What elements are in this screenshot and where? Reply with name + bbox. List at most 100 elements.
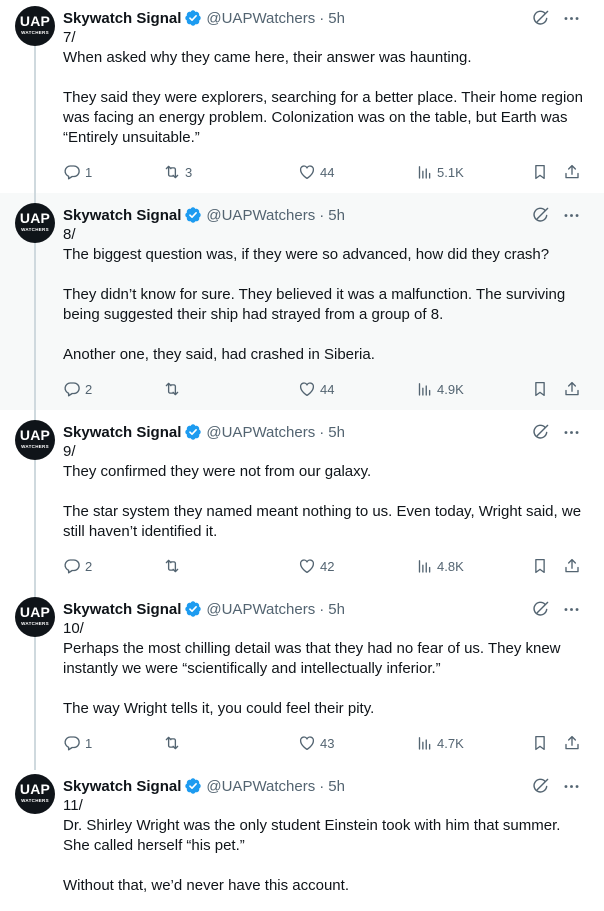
view-count: 4.8K: [437, 558, 464, 574]
separator-dot: ·: [319, 777, 325, 795]
share-button[interactable]: [563, 162, 581, 182]
author-name[interactable]: Skywatch Signal: [63, 601, 181, 618]
repost-button[interactable]: [163, 379, 185, 399]
tweet[interactable]: UAP WATCHERS Skywatch Signal @UAPWatchers · 5…: [0, 0, 604, 193]
author-handle[interactable]: @UAPWatchers: [206, 207, 315, 224]
tweet[interactable]: UAP WATCHERS Skywatch Signal @UAPWatchers · 5…: [0, 590, 604, 770]
grok-icon[interactable]: [531, 600, 550, 619]
grok-icon[interactable]: [531, 423, 550, 442]
reply-button[interactable]: 2: [63, 379, 92, 399]
bookmark-button[interactable]: [531, 556, 549, 576]
avatar-logo-text: UAP: [19, 427, 51, 443]
tweet-text: The way Wright tells it, you could feel …: [63, 700, 375, 717]
bookmark-button[interactable]: [531, 379, 549, 399]
thread-number: 9/: [63, 443, 76, 460]
bookmark-button[interactable]: [531, 733, 549, 753]
repost-button[interactable]: [163, 556, 185, 576]
author-handle[interactable]: @UAPWatchers: [206, 424, 315, 441]
more-icon[interactable]: [562, 423, 581, 442]
view-count: 4.7K: [437, 735, 464, 751]
tweet-text: They didn’t know for sure. They believed…: [63, 286, 566, 323]
reply-button[interactable]: 2: [63, 556, 92, 576]
reply-count: 2: [85, 381, 93, 397]
repost-icon: [165, 736, 179, 750]
timestamp[interactable]: 5h: [328, 10, 345, 27]
reply-button[interactable]: 1: [63, 162, 92, 182]
timestamp[interactable]: 5h: [328, 424, 345, 441]
tweet-body: 7/When asked why they came here, their a…: [63, 28, 588, 148]
bookmark-icon[interactable]: [531, 557, 549, 575]
tweet[interactable]: UAP WATCHERS Skywatch Signal @UAPWatchers · 5…: [0, 770, 604, 911]
share-icon[interactable]: [563, 557, 581, 575]
timestamp[interactable]: 5h: [328, 207, 345, 224]
tweet[interactable]: UAP WATCHERS Skywatch Signal @UAPWatchers · 5…: [0, 193, 604, 410]
avatar[interactable]: UAP WATCHERS: [15, 597, 55, 637]
like-count: 44: [320, 164, 335, 180]
action-bar: 2 44 4.9K: [63, 379, 588, 399]
like-button[interactable]: 42: [298, 556, 334, 576]
like-button[interactable]: 43: [298, 733, 334, 753]
views-button[interactable]: 4.9K: [415, 379, 464, 399]
verified-badge-icon: [185, 424, 202, 440]
tweet-body: 11/Dr. Shirley Wright was the only stude…: [63, 796, 588, 896]
reply-button[interactable]: 1: [63, 733, 92, 753]
author-name[interactable]: Skywatch Signal: [63, 424, 181, 441]
tweet-header: Skywatch Signal @UAPWatchers · 5h: [63, 8, 345, 28]
like-button[interactable]: 44: [298, 162, 334, 182]
avatar-logo-text: UAP: [19, 781, 51, 797]
timestamp[interactable]: 5h: [328, 601, 345, 618]
tweet-body: 8/The biggest question was, if they were…: [63, 225, 588, 365]
share-button[interactable]: [563, 556, 581, 576]
like-button[interactable]: 44: [298, 379, 334, 399]
bookmark-icon[interactable]: [531, 163, 549, 181]
share-button[interactable]: [563, 733, 581, 753]
grok-icon[interactable]: [531, 206, 550, 225]
share-icon[interactable]: [563, 163, 581, 181]
bookmark-icon[interactable]: [531, 380, 549, 398]
tweet-header: Skywatch Signal @UAPWatchers · 5h: [63, 599, 345, 619]
like-count: 43: [320, 735, 335, 751]
avatar[interactable]: UAP WATCHERS: [15, 203, 55, 243]
more-icon[interactable]: [562, 600, 581, 619]
more-icon[interactable]: [562, 206, 581, 225]
author-handle[interactable]: @UAPWatchers: [206, 601, 315, 618]
more-icon[interactable]: [562, 777, 581, 796]
share-icon[interactable]: [563, 380, 581, 398]
views-button[interactable]: 4.7K: [415, 733, 464, 753]
views-button[interactable]: 4.8K: [415, 556, 464, 576]
verified-badge-icon: [185, 601, 202, 617]
repost-button[interactable]: 3: [163, 162, 192, 182]
avatar[interactable]: UAP WATCHERS: [15, 420, 55, 460]
reply-icon: [64, 382, 80, 397]
grok-icon[interactable]: [531, 9, 550, 28]
tweet-menu: [531, 776, 581, 796]
author-name[interactable]: Skywatch Signal: [63, 778, 181, 795]
reply-icon: [64, 736, 80, 751]
views-icon: [418, 560, 431, 573]
verified-badge-icon: [185, 778, 202, 794]
author-name[interactable]: Skywatch Signal: [63, 207, 181, 224]
avatar[interactable]: UAP WATCHERS: [15, 6, 55, 46]
avatar[interactable]: UAP WATCHERS: [15, 774, 55, 814]
views-button[interactable]: 5.1K: [415, 162, 464, 182]
reply-count: 1: [85, 164, 93, 180]
repost-icon: [165, 382, 179, 396]
tweet[interactable]: UAP WATCHERS Skywatch Signal @UAPWatchers · 5…: [0, 410, 604, 590]
more-icon[interactable]: [562, 9, 581, 28]
like-icon: [299, 165, 315, 180]
share-button[interactable]: [563, 379, 581, 399]
bookmark-button[interactable]: [531, 162, 549, 182]
grok-icon[interactable]: [531, 777, 550, 796]
bookmark-icon[interactable]: [531, 734, 549, 752]
author-handle[interactable]: @UAPWatchers: [206, 10, 315, 27]
author-handle[interactable]: @UAPWatchers: [206, 778, 315, 795]
repost-button[interactable]: [163, 733, 185, 753]
tweet-text: Another one, they said, had crashed in S…: [63, 346, 375, 363]
thread-line: [34, 46, 36, 193]
timestamp[interactable]: 5h: [328, 778, 345, 795]
thread-number: 10/: [63, 620, 84, 637]
tweet-text: The star system they named meant nothing…: [63, 503, 582, 540]
share-icon[interactable]: [563, 734, 581, 752]
author-name[interactable]: Skywatch Signal: [63, 10, 181, 27]
thread-number: 11/: [63, 797, 83, 814]
